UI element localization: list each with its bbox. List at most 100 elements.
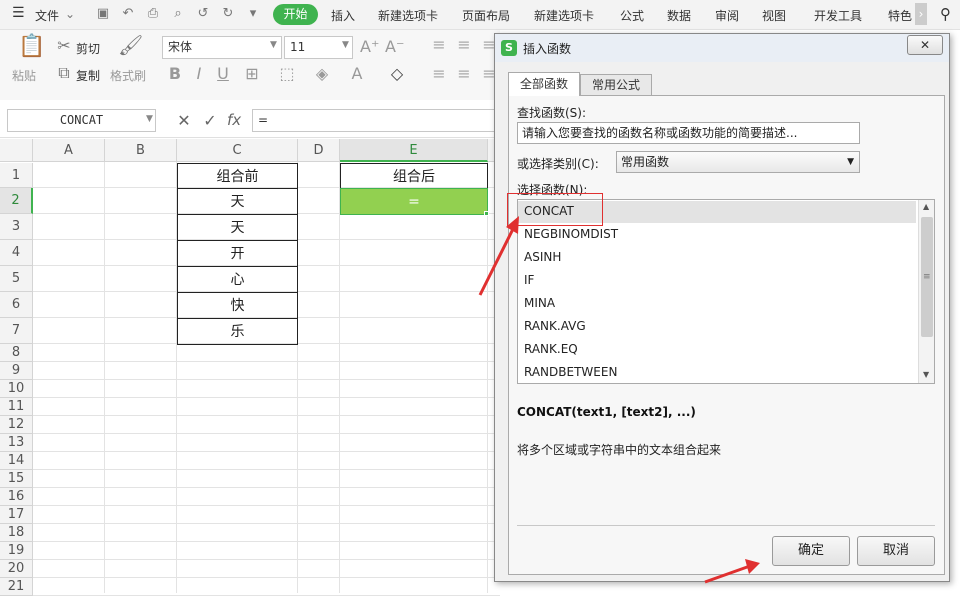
cell-c2[interactable]: 天 xyxy=(177,188,298,215)
save-icon[interactable]: ▣ xyxy=(95,6,111,22)
cell-e1[interactable]: 组合后 xyxy=(340,163,488,189)
cut-button[interactable]: 剪切 xyxy=(76,40,100,57)
scroll-down-icon[interactable]: ▼ xyxy=(923,370,929,379)
row-header[interactable]: 16 xyxy=(0,488,33,506)
row-header[interactable]: 11 xyxy=(0,398,33,416)
row-header[interactable]: 10 xyxy=(0,380,33,398)
align-center-icon[interactable]: ≡ xyxy=(455,65,473,83)
print-icon[interactable]: ⎙ xyxy=(145,6,161,22)
column-header[interactable]: B xyxy=(105,139,177,162)
hamburger-icon[interactable]: ☰ xyxy=(12,5,25,21)
tab-insert[interactable]: 插入 xyxy=(331,7,355,24)
row-header[interactable]: 13 xyxy=(0,434,33,452)
row-header[interactable]: 8 xyxy=(0,344,33,362)
ok-button[interactable]: 确定 xyxy=(772,536,850,566)
name-box[interactable]: CONCAT xyxy=(7,109,156,132)
close-icon[interactable]: ✕ xyxy=(907,35,943,55)
confirm-icon[interactable]: ✓ xyxy=(201,112,219,130)
tab-page-layout[interactable]: 页面布局 xyxy=(462,7,510,24)
function-list-item[interactable]: RANK.AVG xyxy=(524,319,586,333)
font-shrink-icon[interactable]: A⁻ xyxy=(385,38,404,56)
row-header[interactable]: 17 xyxy=(0,506,33,524)
tab-new-2[interactable]: 新建选项卡 xyxy=(534,7,594,24)
scroll-right-icon[interactable]: › xyxy=(915,3,927,25)
tab-start[interactable]: 开始 xyxy=(273,4,318,25)
row-header[interactable]: 7 xyxy=(0,318,33,344)
font-name-select[interactable]: 宋体 xyxy=(162,36,282,59)
undo-icon[interactable]: ↺ xyxy=(195,6,211,22)
row-header[interactable]: 9 xyxy=(0,362,33,380)
paste-button[interactable]: 粘贴 xyxy=(12,67,36,84)
cell-c5[interactable]: 心 xyxy=(177,266,298,293)
column-header[interactable]: A xyxy=(33,139,105,162)
row-header[interactable]: 5 xyxy=(0,266,33,292)
row-header[interactable]: 6 xyxy=(0,292,33,318)
scissors-icon[interactable]: ✂ xyxy=(55,37,73,55)
redo-icon[interactable]: ↻ xyxy=(220,6,236,22)
category-select[interactable]: 常用函数 ▼ xyxy=(616,151,860,173)
cell-c4[interactable]: 开 xyxy=(177,240,298,267)
row-header[interactable]: 19 xyxy=(0,542,33,560)
paste-icon[interactable]: 📋 xyxy=(18,36,45,58)
tab-all-functions[interactable]: 全部函数 xyxy=(508,72,580,96)
select-all-corner[interactable] xyxy=(0,139,33,162)
row-header[interactable]: 12 xyxy=(0,416,33,434)
file-menu[interactable]: 文件 xyxy=(35,7,59,24)
tab-view[interactable]: 视图 xyxy=(762,7,786,24)
search-input[interactable]: 请输入您要查找的函数名称或函数功能的简要描述... xyxy=(517,122,860,144)
format-painter-icon[interactable]: 🖌 xyxy=(118,35,143,55)
cancel-button[interactable]: 取消 xyxy=(857,536,935,566)
function-list-item[interactable]: RANDBETWEEN xyxy=(524,365,617,379)
function-list-item[interactable]: RANK.EQ xyxy=(524,342,578,356)
italic-icon[interactable]: I xyxy=(190,65,208,83)
cell-c3[interactable]: 天 xyxy=(177,214,298,241)
align-middle-icon[interactable]: ≡ xyxy=(455,36,473,54)
search-icon[interactable]: ⚲ xyxy=(940,5,951,23)
cancel-icon[interactable]: ✕ xyxy=(175,112,193,130)
cell-c1[interactable]: 组合前 xyxy=(177,163,298,189)
fill-color-icon[interactable]: ◈ xyxy=(313,65,331,83)
cell-c7[interactable]: 乐 xyxy=(177,318,298,345)
column-header[interactable]: C xyxy=(177,139,298,162)
row-header[interactable]: 18 xyxy=(0,524,33,542)
bold-icon[interactable]: B xyxy=(166,65,184,83)
chevron-down-icon[interactable]: ⌄ xyxy=(65,7,75,21)
undo-history-icon[interactable]: ↶ xyxy=(120,6,136,22)
tab-review[interactable]: 审阅 xyxy=(715,7,739,24)
more-icon[interactable]: ▾ xyxy=(245,6,261,22)
tab-common-formulas[interactable]: 常用公式 xyxy=(580,74,652,96)
align-left-icon[interactable]: ≡ xyxy=(430,65,448,83)
copy-button[interactable]: 复制 xyxy=(76,67,100,84)
row-header[interactable]: 4 xyxy=(0,240,33,266)
column-header[interactable]: D xyxy=(298,139,340,162)
function-list-item[interactable]: NEGBINOMDIST xyxy=(524,227,618,241)
tab-special[interactable]: 特色 xyxy=(888,7,912,24)
tab-developer[interactable]: 开发工具 xyxy=(814,7,862,24)
cell-c6[interactable]: 快 xyxy=(177,292,298,319)
row-header[interactable]: 21 xyxy=(0,578,33,596)
eraser-icon[interactable]: ◇ xyxy=(388,65,406,83)
row-header[interactable]: 15 xyxy=(0,470,33,488)
underline-icon[interactable]: U xyxy=(214,65,232,83)
align-top-icon[interactable]: ≡ xyxy=(430,36,448,54)
dialog-title-bar[interactable]: S 插入函数 ✕ xyxy=(495,34,949,62)
formula-input[interactable]: = xyxy=(252,109,500,132)
cell-e2-selected[interactable]: = xyxy=(340,188,488,215)
column-header[interactable]: E xyxy=(340,139,488,162)
row-header[interactable]: 2 xyxy=(0,188,33,214)
row-header[interactable]: 1 xyxy=(0,163,33,188)
cell-style-icon[interactable]: ⬚ xyxy=(278,65,296,83)
tab-data[interactable]: 数据 xyxy=(667,7,691,24)
font-color-icon[interactable]: A xyxy=(348,65,366,83)
tab-new-1[interactable]: 新建选项卡 xyxy=(378,7,438,24)
tab-formulas[interactable]: 公式 xyxy=(620,7,644,24)
insert-function-icon[interactable]: fx xyxy=(227,111,241,129)
font-grow-icon[interactable]: A⁺ xyxy=(360,38,379,56)
scroll-up-icon[interactable]: ▲ xyxy=(923,202,929,211)
row-header[interactable]: 20 xyxy=(0,560,33,578)
copy-icon[interactable]: ⧉ xyxy=(55,64,73,82)
row-header[interactable]: 3 xyxy=(0,214,33,240)
row-header[interactable]: 14 xyxy=(0,452,33,470)
border-icon[interactable]: ⊞ xyxy=(243,65,261,83)
print-preview-icon[interactable]: ⌕ xyxy=(170,6,186,22)
